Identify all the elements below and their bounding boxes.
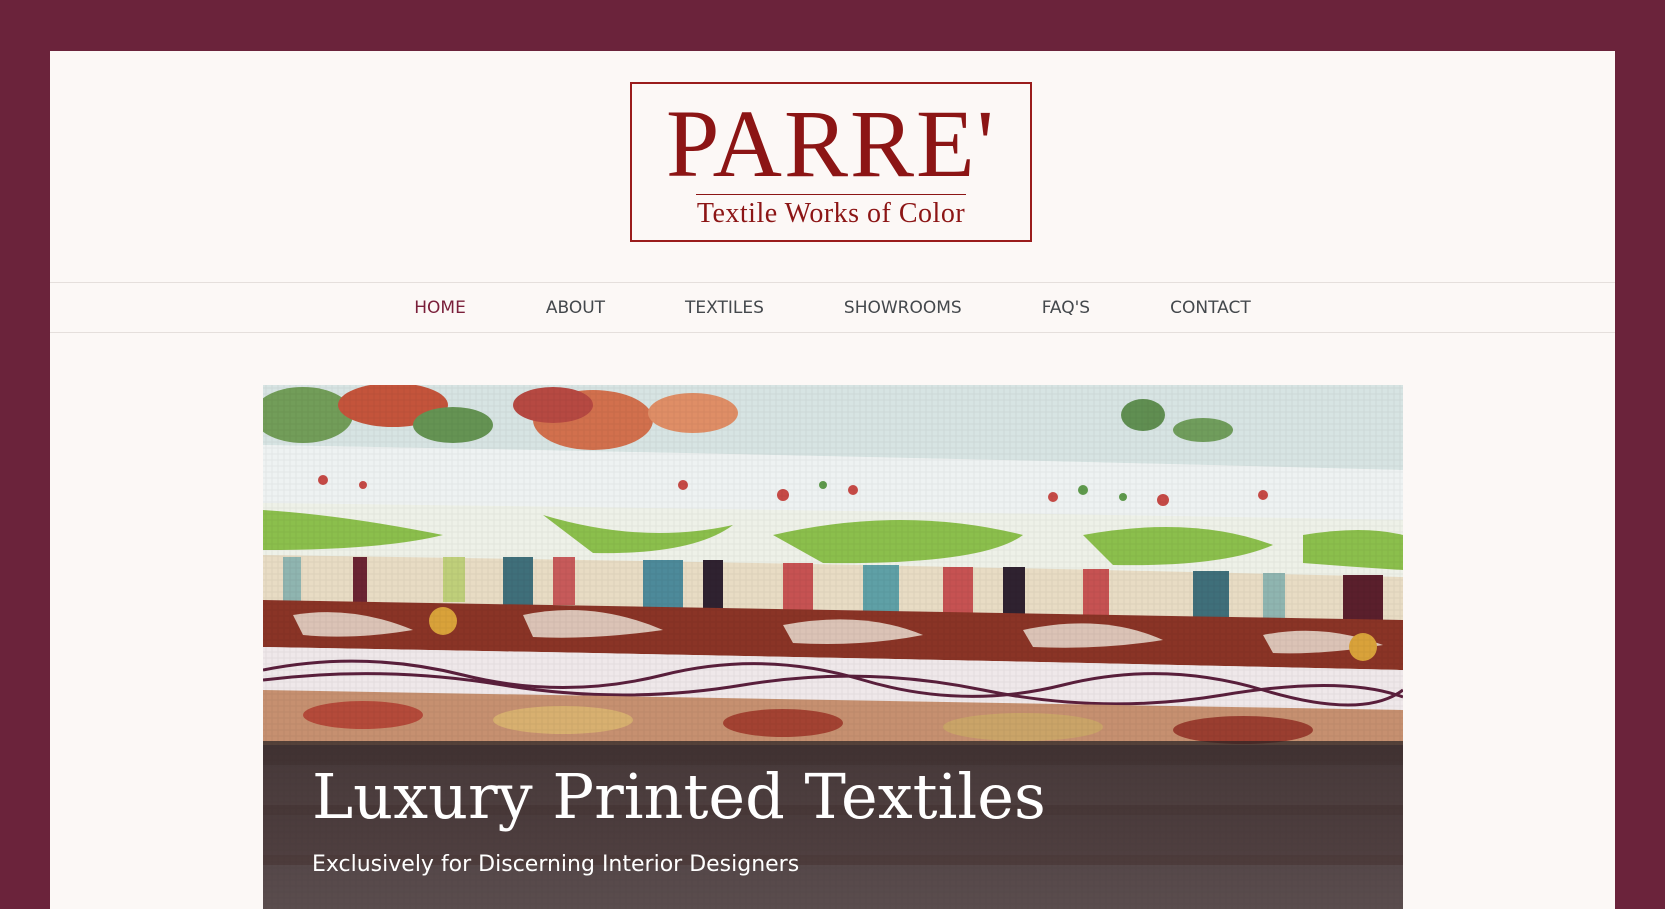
hero-subtitle: Exclusively for Discerning Interior Desi… (312, 852, 800, 877)
nav-item-home[interactable]: HOME (414, 298, 466, 318)
site-logo[interactable]: PARRE' Textile Works of Color (630, 82, 1032, 242)
nav-item-contact[interactable]: CONTACT (1170, 298, 1251, 318)
page-frame: PARRE' Textile Works of Color HOME ABOUT… (50, 51, 1615, 909)
logo-wordmark: PARRE' (666, 90, 996, 197)
nav-item-about[interactable]: ABOUT (546, 298, 605, 318)
hero-title: Luxury Printed Textiles (312, 760, 1046, 833)
hero-banner: Luxury Printed Textiles Exclusively for … (263, 385, 1403, 909)
site-header: PARRE' Textile Works of Color (50, 51, 1615, 282)
logo-tagline: Textile Works of Color (696, 198, 966, 229)
main-nav: HOME ABOUT TEXTILES SHOWROOMS FAQ'S CONT… (50, 282, 1615, 333)
nav-item-faqs[interactable]: FAQ'S (1042, 298, 1090, 318)
nav-item-showrooms[interactable]: SHOWROOMS (844, 298, 962, 318)
nav-item-textiles[interactable]: TEXTILES (685, 298, 764, 318)
